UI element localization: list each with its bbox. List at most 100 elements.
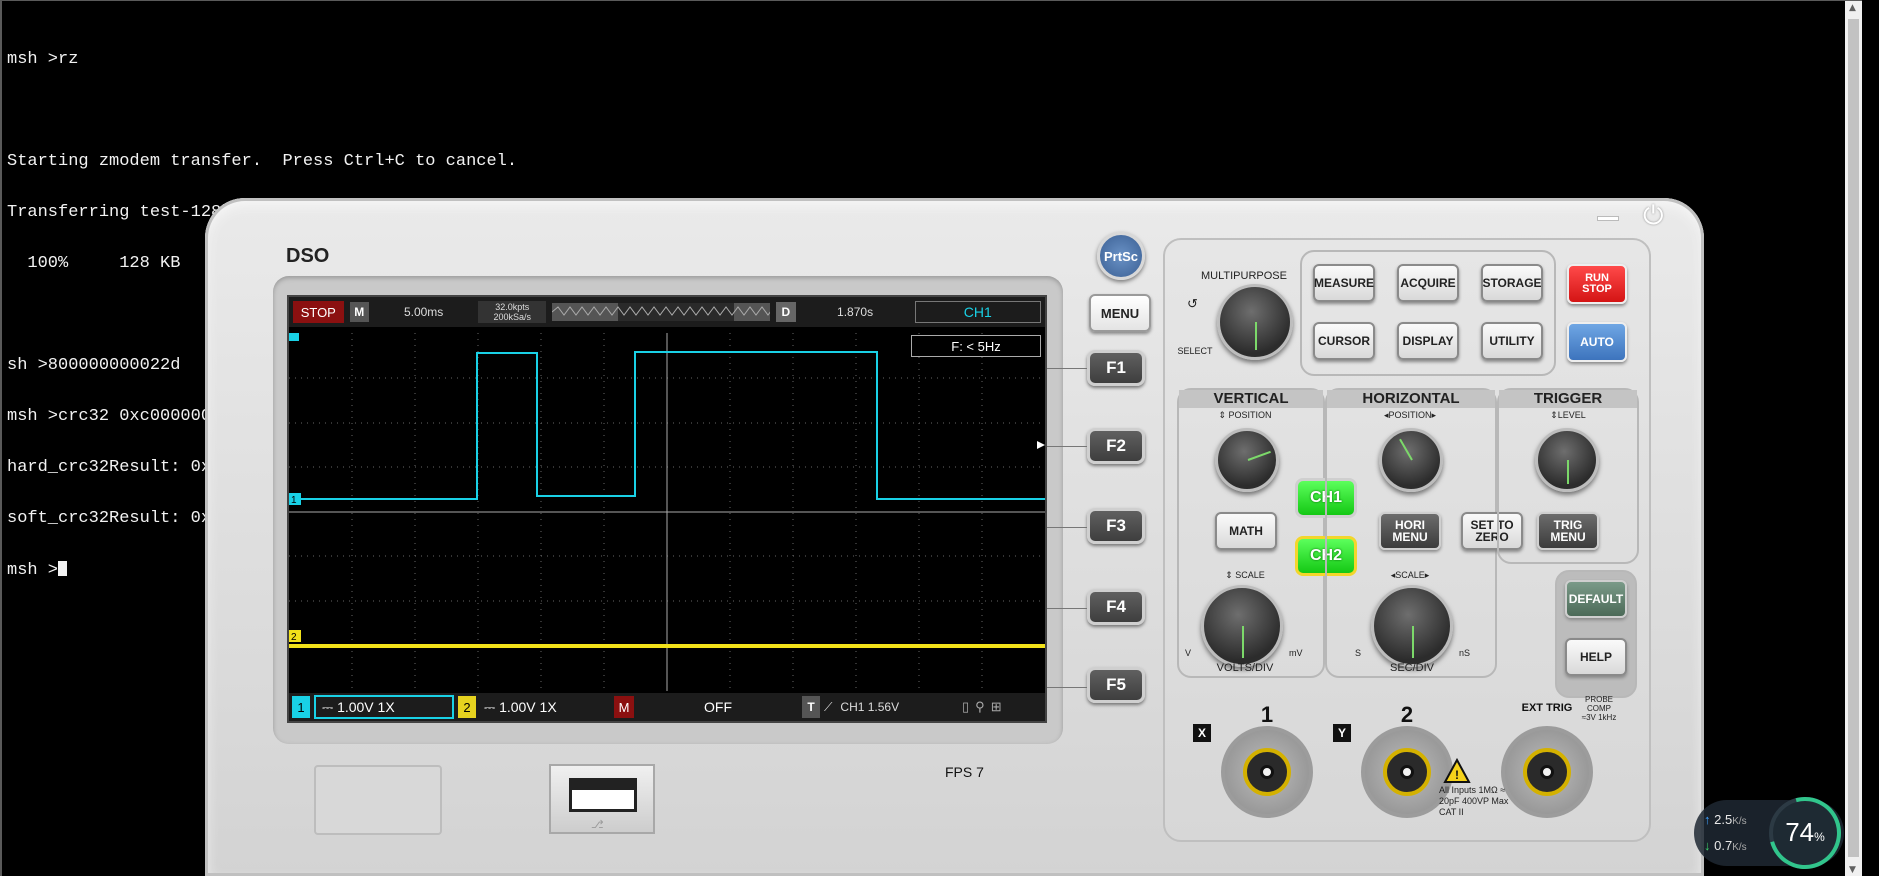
- select-label: SELECT: [1177, 346, 1213, 356]
- control-panel: MULTIPURPOSE ↺ SELECT MEASURE ACQUIRE ST…: [1163, 238, 1651, 842]
- help-button[interactable]: HELP: [1565, 638, 1627, 676]
- load-gauge[interactable]: 74%: [1769, 797, 1841, 869]
- vertical-scale-label: ⇕ SCALE: [1225, 570, 1265, 580]
- sample-rate: 200kSa/s: [493, 312, 532, 322]
- knob-indicator: [1247, 450, 1271, 461]
- f5-button[interactable]: F5: [1087, 667, 1145, 703]
- memory-overview-wave: [552, 303, 771, 321]
- menu-button[interactable]: MENU: [1089, 294, 1151, 332]
- usb-icon: ⚲: [975, 699, 985, 714]
- screen-bottom-bar: 1 ⎓ 1.00V 1X 2 ⎓ 1.00V 1X M OFF T ⟋ CH1 …: [289, 693, 1045, 721]
- knob-indicator: [1399, 438, 1413, 461]
- bnc-center: [1243, 748, 1291, 796]
- scroll-up-arrow-icon[interactable]: ▲: [1849, 3, 1856, 13]
- millivolts-unit-label: mV: [1289, 648, 1303, 658]
- delay-badge: D: [776, 302, 796, 322]
- power-icon[interactable]: ⏻: [1643, 201, 1664, 232]
- vertical-position-knob[interactable]: [1215, 428, 1279, 492]
- volts-div-knob[interactable]: [1201, 585, 1283, 667]
- trigger-info: ⟋ CH1 1.56V: [824, 700, 954, 715]
- bnc-pin: [1260, 765, 1274, 779]
- scope-screen: STOP M 5.00ms 32.0kpts 200kSa/s D 1.870s…: [287, 295, 1047, 723]
- dc-coupling-icon: ⎓: [322, 698, 338, 715]
- upload-speed: ↑ 2.5K/s: [1704, 812, 1747, 827]
- waveform-plot: 1 2: [289, 333, 1045, 691]
- oscilloscope-window: ⏻ DSO ⎇ FPS 7 STOP M 5.00ms 32.0kpts 200…: [205, 198, 1704, 876]
- math-button[interactable]: MATH: [1215, 512, 1277, 550]
- ch2-number-badge: 2: [458, 696, 476, 718]
- math-badge: M: [614, 696, 634, 718]
- horizontal-title: HORIZONTAL: [1327, 390, 1495, 408]
- upload-unit: K/s: [1732, 816, 1747, 827]
- run-state-badge: STOP: [293, 301, 344, 323]
- horizontal-scale-text: SCALE: [1395, 570, 1425, 580]
- utility-button[interactable]: UTILITY: [1481, 322, 1543, 360]
- terminal-line: Starting zmodem transfer. Press Ctrl+C t…: [7, 152, 518, 171]
- ch1-input-connector: 1: [1217, 702, 1317, 832]
- scroll-down-arrow-icon[interactable]: ▼: [1849, 865, 1856, 875]
- multipurpose-knob[interactable]: [1217, 284, 1293, 360]
- trig-menu-button[interactable]: TRIG MENU: [1537, 512, 1599, 550]
- trigger-title: TRIGGER: [1499, 390, 1637, 408]
- vertical-position-label: ⇕ POSITION: [1218, 410, 1272, 420]
- volts-unit-label: V: [1185, 648, 1192, 658]
- ch1-scale-readout: ⎓ 1.00V 1X: [314, 695, 454, 719]
- sec-div-knob[interactable]: [1371, 585, 1453, 667]
- upload-arrow-icon: ↑: [1704, 812, 1711, 827]
- bnc-body: [1501, 726, 1593, 818]
- memory-depth: 32.0kpts: [495, 302, 530, 312]
- f4-button[interactable]: F4: [1087, 589, 1145, 625]
- timebase-readout: 5.00ms: [403, 305, 444, 319]
- storage-button[interactable]: STORAGE: [1481, 264, 1543, 302]
- vertical-scale-text: SCALE: [1235, 570, 1265, 580]
- ch2-marker-label: 2: [291, 632, 297, 643]
- math-state: OFF: [704, 699, 732, 715]
- frequency-readout: F: < 5Hz: [911, 335, 1041, 357]
- horizontal-position-knob[interactable]: [1379, 428, 1443, 492]
- text-cursor: [58, 561, 68, 576]
- rotate-icon: ↺: [1187, 296, 1198, 311]
- volts-div-label: VOLTS/DIV: [1216, 662, 1274, 674]
- trigger-level-knob[interactable]: [1535, 428, 1599, 492]
- download-value: 0.7: [1714, 838, 1733, 853]
- auto-button[interactable]: AUTO: [1567, 322, 1627, 362]
- vertical-scrollbar[interactable]: ▲ ▼: [1845, 1, 1862, 876]
- ch1-scale-text: 1.00V 1X: [337, 699, 395, 715]
- default-button[interactable]: DEFAULT: [1565, 580, 1627, 618]
- cursor-button[interactable]: CURSOR: [1313, 322, 1375, 360]
- minimize-icon[interactable]: [1597, 216, 1619, 221]
- prtsc-button[interactable]: PrtSc: [1097, 232, 1145, 280]
- display-button[interactable]: DISPLAY: [1397, 322, 1459, 360]
- sec-div-label: SEC/DIV: [1389, 662, 1434, 674]
- f3-button[interactable]: F3: [1087, 508, 1145, 544]
- seconds-unit-label: S: [1355, 648, 1362, 658]
- bnc-center: [1523, 748, 1571, 796]
- acquire-button[interactable]: ACQUIRE: [1397, 264, 1459, 302]
- knob-indicator: [1412, 626, 1414, 658]
- f1-button[interactable]: F1: [1087, 350, 1145, 386]
- load-unit: %: [1814, 830, 1825, 844]
- delay-readout: 1.870s: [837, 305, 874, 319]
- load-number: 74: [1785, 817, 1815, 847]
- knob-indicator: [1242, 626, 1244, 658]
- run-stop-button[interactable]: RUN STOP: [1567, 264, 1627, 304]
- hori-menu-button[interactable]: HORI MENU: [1379, 512, 1441, 550]
- knob-indicator: [1567, 460, 1569, 484]
- ch2-input-label: 2: [1400, 702, 1414, 727]
- warning-icon: !: [1443, 758, 1471, 783]
- ch1-marker-label: 1: [291, 495, 297, 506]
- ch2-scale-text: 1.00V 1X: [499, 699, 557, 715]
- active-channel-box: CH1: [914, 301, 1042, 323]
- usb-icon: ⎇: [591, 818, 604, 831]
- horizontal-position-label: ◂POSITION▸: [1383, 410, 1437, 420]
- scroll-thumb[interactable]: [1848, 19, 1859, 857]
- upload-value: 2.5: [1714, 812, 1733, 827]
- terminal-prompt: msh >: [7, 561, 59, 580]
- measure-button[interactable]: MEASURE: [1313, 264, 1375, 302]
- dc-coupling-icon: ⎓: [484, 698, 500, 715]
- f2-button[interactable]: F2: [1087, 428, 1145, 464]
- dso-logo: DSO: [286, 245, 330, 267]
- trigger-info-text: CH1 1.56V: [840, 700, 900, 714]
- y-label: Y: [1333, 724, 1351, 742]
